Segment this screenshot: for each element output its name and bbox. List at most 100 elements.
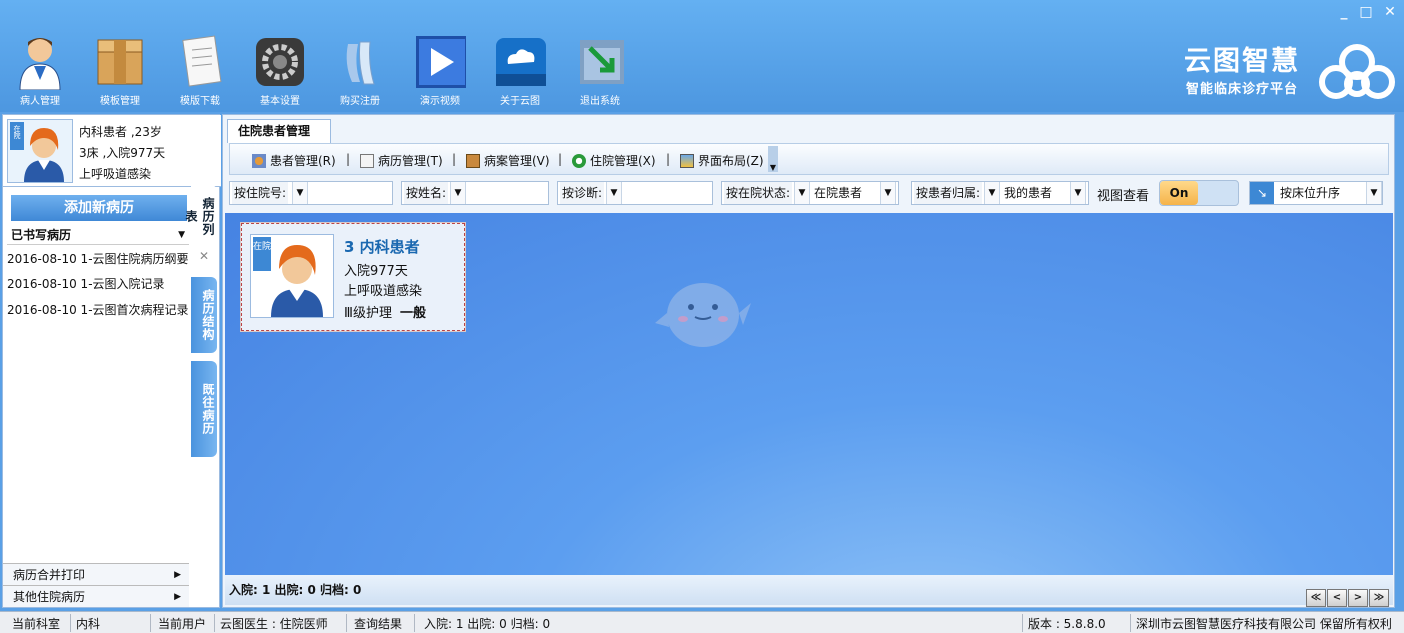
maximize-button[interactable]: □ — [1356, 4, 1376, 20]
add-new-record-button[interactable]: 添加新病历 — [11, 195, 187, 221]
record-item[interactable]: 2016-08-10 1-云图入院记录 — [7, 275, 165, 292]
mascot-watermark-icon — [651, 273, 755, 366]
gear-icon — [254, 34, 306, 90]
brand-tagline: 智能临床诊疗平台 — [1185, 82, 1298, 97]
chevron-down-icon[interactable]: ▼ — [450, 182, 466, 204]
chevron-down-icon: ▼ — [178, 230, 185, 240]
doctor-icon — [14, 34, 66, 91]
patient-diagnosis: 上呼吸道感染 — [79, 167, 152, 181]
layout-icon — [680, 154, 694, 168]
user-label: 当前用户 — [158, 617, 207, 631]
patient-card-area: 在院 3 内科患者 入院977天 上呼吸道感染 Ⅲ级护理 一般 — [225, 213, 1393, 575]
chevron-down-icon[interactable]: ▼ — [292, 182, 308, 204]
dept-label: 当前科室 — [12, 617, 61, 631]
prev-page-button[interactable]: < — [1327, 589, 1347, 607]
status-bar: 当前科室 内科 当前用户 云图医生 : 住院医师 查询结果 入院: 1 出院: … — [0, 611, 1404, 633]
admission-number-filter[interactable]: 按住院号: ▼ — [229, 181, 393, 205]
chevron-down-icon[interactable]: ▼ — [984, 182, 1000, 204]
minimize-button[interactable]: _ — [1334, 4, 1354, 20]
chevron-right-icon: ▶ — [174, 592, 181, 602]
toolbar-patient-management[interactable]: 病人管理 — [6, 34, 74, 107]
tab-past-records[interactable]: 既往病历 — [191, 361, 217, 457]
record-item[interactable]: 2016-08-10 1-云图住院病历纲要 — [7, 250, 189, 267]
first-page-button[interactable]: ≪ — [1306, 589, 1326, 607]
in-hospital-badge: 在院 — [253, 240, 271, 252]
brand: 云图智慧 智能临床诊疗平台 — [1184, 46, 1300, 97]
app-header: _ □ ✕ 病人管理 模板管理 模版下载 基本设置 购买注册 演示视频 关于云图 — [0, 0, 1404, 112]
avatar: 在院 — [7, 119, 73, 183]
brand-name: 云图智慧 — [1184, 46, 1300, 77]
tab-record-list[interactable]: 病历列表 — [184, 185, 217, 247]
company: 深圳市云图智慧医疗科技有限公司 保留所有权利 — [1136, 617, 1392, 631]
chevron-down-icon[interactable]: ▼ — [1070, 182, 1086, 204]
play-icon — [414, 34, 468, 90]
toolbar-basic-settings[interactable]: 基本设置 — [246, 34, 314, 107]
dept-value: 内科 — [76, 617, 101, 631]
chevron-down-icon[interactable]: ▼ — [794, 182, 810, 204]
in-hospital-badge: 在院 — [13, 124, 21, 140]
toolbar-purchase-register[interactable]: 购买注册 — [326, 34, 394, 107]
merge-print-menu[interactable]: 病历合并打印 ▶ — [3, 563, 189, 585]
chevron-down-icon[interactable]: ▼ — [880, 182, 896, 204]
query-value: 入院: 1 出院: 0 归档: 0 — [424, 617, 551, 631]
list-stats: 入院: 1 出院: 0 归档: 0 ≪ < > ≫ — [225, 575, 1393, 607]
sort-arrow-icon: ↘ — [1250, 182, 1274, 204]
menu-case-management[interactable]: 病案管理(V) — [466, 152, 550, 169]
toolbar-about[interactable]: 关于云图 — [486, 34, 554, 107]
edit-record-icon — [360, 154, 374, 168]
toolbar-demo-video[interactable]: 演示视频 — [406, 34, 474, 107]
chevron-down-icon[interactable]: ▼ — [1366, 182, 1382, 204]
logo-icon — [1316, 40, 1398, 109]
pager: ≪ < > ≫ — [1305, 581, 1389, 611]
name-filter[interactable]: 按姓名: ▼ — [401, 181, 549, 205]
patient-card[interactable]: 在院 3 内科患者 入院977天 上呼吸道感染 Ⅲ级护理 一般 — [241, 223, 465, 331]
other-records-menu[interactable]: 其他住院病历 ▶ — [3, 585, 189, 607]
case-icon — [466, 154, 480, 168]
tab-record-structure[interactable]: 病历结构 — [191, 277, 217, 353]
card-nursing: Ⅲ级护理 一般 — [344, 306, 426, 321]
avatar: 在院 — [250, 234, 334, 318]
toolbar-exit[interactable]: 退出系统 — [566, 34, 634, 107]
toolbar-template-management[interactable]: 模板管理 — [86, 34, 154, 107]
card-diagnosis: 上呼吸道感染 — [344, 284, 423, 299]
owner-filter[interactable]: 按患者归属: ▼ 我的患者 ▼ — [911, 181, 1089, 205]
toolbar-template-download[interactable]: 模版下载 — [166, 34, 234, 107]
last-page-button[interactable]: ≫ — [1369, 589, 1389, 607]
written-records-header[interactable]: 已书写病历 ▼ — [7, 225, 189, 245]
user-value: 云图医生 : 住院医师 — [220, 617, 328, 631]
version: 版本 : 5.8.8.0 — [1028, 617, 1106, 631]
card-admission-days: 入院977天 — [344, 264, 408, 279]
exit-icon — [574, 34, 626, 90]
diagnosis-filter[interactable]: 按诊断: ▼ — [557, 181, 713, 205]
left-panel: 在院 内科患者 ,23岁 3床 ,入院977天 上呼吸道感染 添加新病历 已书写… — [2, 114, 221, 608]
document-icon — [174, 34, 226, 90]
sort-select[interactable]: ↘ 按床位升序 ▼ — [1249, 181, 1383, 205]
query-label: 查询结果 — [354, 617, 403, 631]
registration-icon — [334, 34, 386, 90]
patient-bed-days: 3床 ,入院977天 — [79, 146, 166, 160]
patient-name-age: 内科患者 ,23岁 — [79, 125, 162, 139]
view-label: 视图查看 — [1097, 189, 1150, 204]
tab-inpatient-management[interactable]: 住院患者管理 — [227, 119, 332, 143]
patient-summary: 在院 内科患者 ,23岁 3床 ,入院977天 上呼吸道感染 — [3, 115, 221, 187]
record-item[interactable]: 2016-08-10 1-云图首次病程记录 — [7, 301, 189, 318]
close-button[interactable]: ✕ — [1380, 4, 1400, 20]
view-toggle[interactable]: On — [1159, 180, 1239, 206]
box-icon — [94, 34, 146, 90]
menu-record-management[interactable]: 病历管理(T) — [360, 152, 443, 169]
cloud-icon — [494, 34, 546, 90]
patients-icon — [252, 154, 266, 168]
main-panel: 住院患者管理 患者管理(R) | 病历管理(T) | 病案管理(V) | 住院管… — [222, 114, 1395, 608]
status-filter[interactable]: 按在院状态: ▼ 在院患者 ▼ — [721, 181, 899, 205]
menu-layout[interactable]: 界面布局(Z) — [680, 152, 764, 169]
recycle-icon — [572, 154, 586, 168]
close-icon[interactable]: ✕ — [199, 249, 209, 263]
menu-patient-management[interactable]: 患者管理(R) — [252, 152, 336, 169]
chevron-down-icon[interactable]: ▼ — [606, 182, 622, 204]
card-title: 3 内科患者 — [344, 238, 420, 256]
overflow-menu-button[interactable]: ▼ — [768, 146, 778, 172]
next-page-button[interactable]: > — [1348, 589, 1368, 607]
menu-bar: 患者管理(R) | 病历管理(T) | 病案管理(V) | 住院管理(X) | … — [229, 143, 1389, 175]
menu-inpatient-management[interactable]: 住院管理(X) — [572, 152, 656, 169]
chevron-right-icon: ▶ — [174, 570, 181, 580]
